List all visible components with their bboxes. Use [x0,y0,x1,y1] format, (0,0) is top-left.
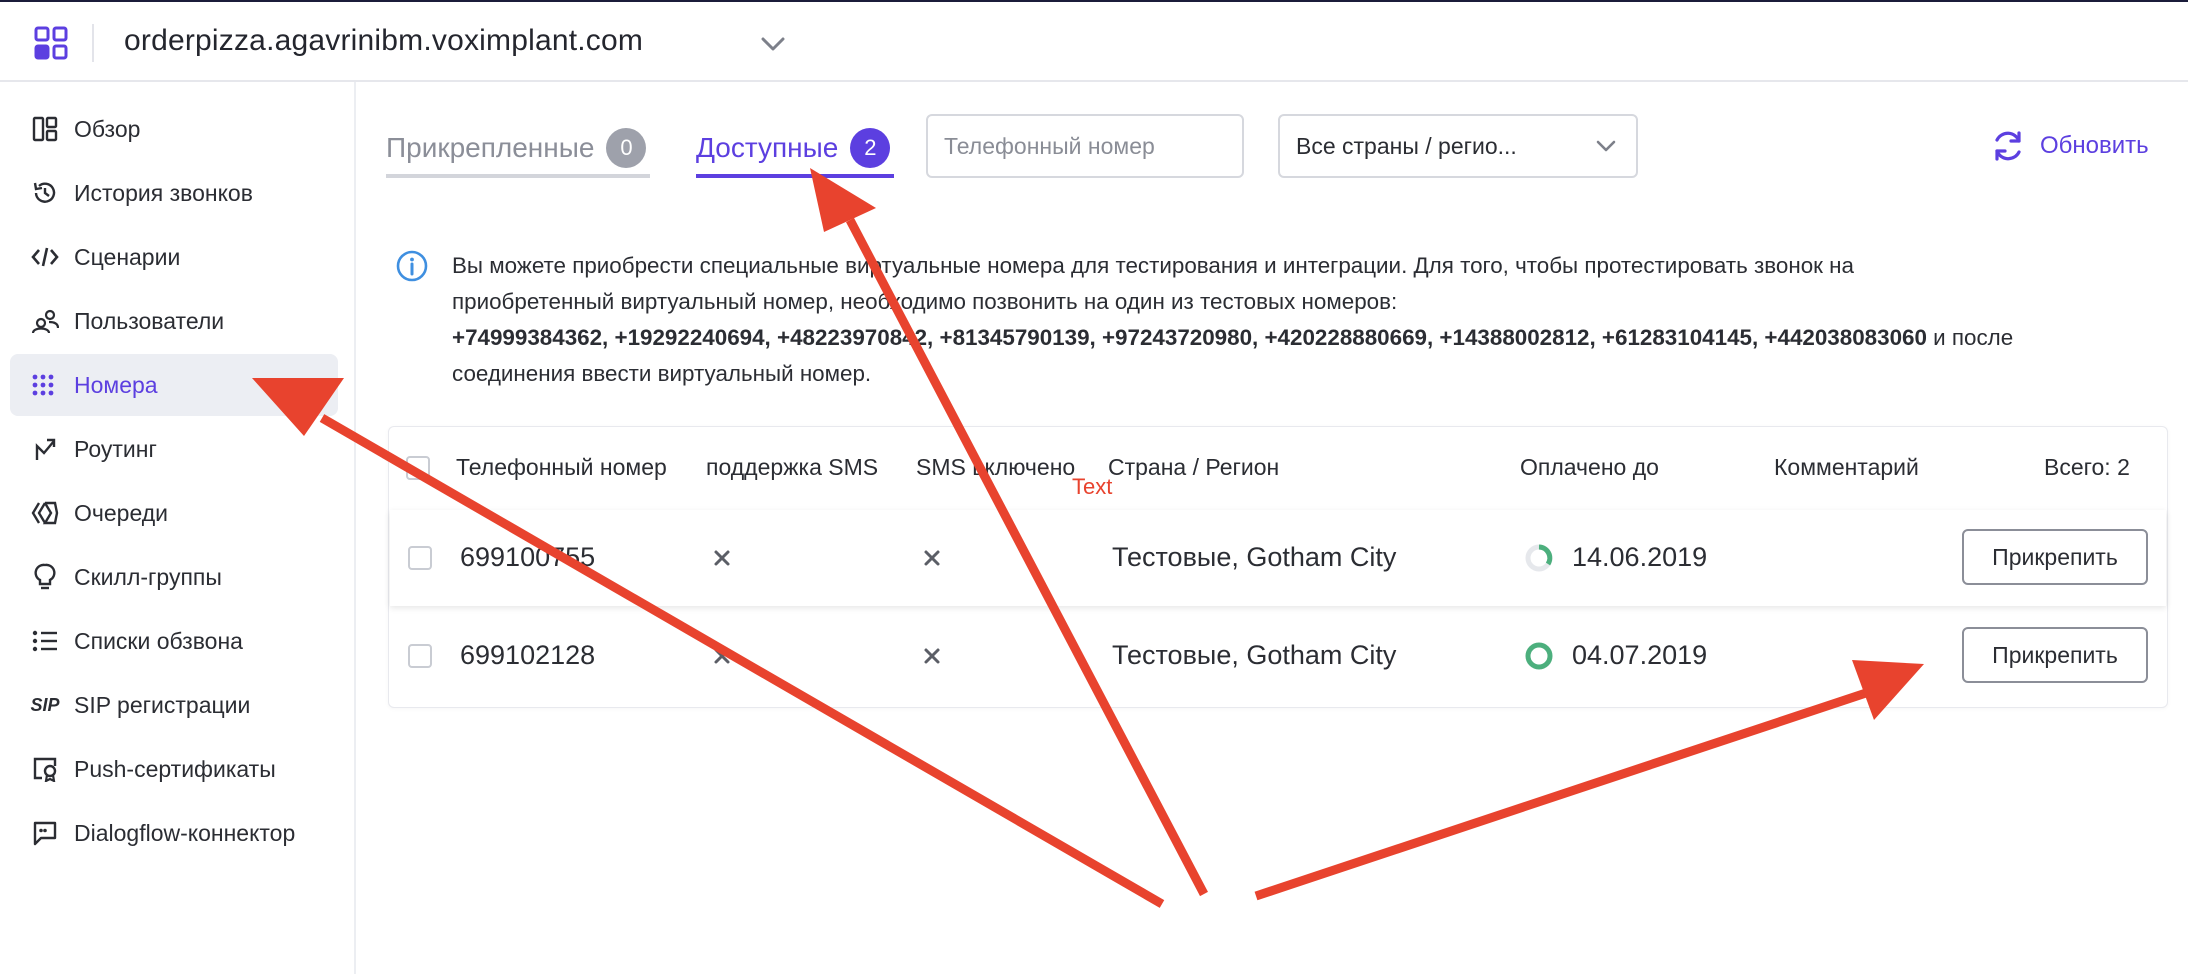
sidebar-item-label: История звонков [74,179,253,206]
chevron-down-icon[interactable] [758,32,788,56]
sidebar-item-users[interactable]: Пользователи [10,290,338,352]
sidebar-item-label: Списки обзвона [74,627,243,654]
chat-icon [30,818,60,848]
close-icon [714,550,730,566]
users-icon [30,306,60,336]
column-header-paid-until[interactable]: Оплачено до [1520,454,1659,481]
sidebar-item-call-history[interactable]: История звонков [10,162,338,224]
apps-grid-icon[interactable] [34,26,68,60]
close-icon [714,648,730,664]
refresh-button[interactable]: Обновить [1990,126,2149,166]
sidebar-item-label: Скилл-группы [74,563,222,590]
test-numbers: +74999384362, +19292240694, +48223970842… [452,325,1927,350]
attach-button[interactable]: Прикрепить [1962,529,2148,585]
sidebar-item-routing[interactable]: Роутинг [10,418,338,480]
top-bar: orderpizza.agavrinibm.voximplant.com [0,0,2188,82]
sidebar-item-overview[interactable]: Обзор [10,98,338,160]
column-header-comment[interactable]: Комментарий [1774,454,1919,481]
info-icon [396,250,428,282]
tab-available[interactable]: Доступные 2 [696,118,894,178]
header-divider [92,24,94,62]
sidebar-item-label: SIP регистрации [74,691,251,718]
annotation-text: Text [1072,474,1113,499]
sidebar-item-queues[interactable]: Очереди [10,482,338,544]
routing-icon [30,434,60,464]
close-icon [924,550,940,566]
sidebar-item-label: Роутинг [74,435,157,462]
dialpad-icon [30,370,60,400]
bulb-icon [30,562,60,592]
info-line: Вы можете приобрести специальные виртуал… [452,253,1854,278]
info-numbers-line: +74999384362, +19292240694, +48223970842… [452,320,2172,356]
list-icon [30,626,60,656]
sidebar-item-scenarios[interactable]: Сценарии [10,226,338,288]
country-region: Тестовые, Gotham City [1112,542,1397,572]
info-message: Вы можете приобрести специальные виртуал… [452,248,2172,392]
row-checkbox[interactable] [408,546,432,570]
sidebar-item-label: Dialogflow-коннектор [74,819,296,846]
expiry-status-icon [1525,544,1553,572]
paid-until-date: 14.06.2019 [1572,542,1708,572]
sidebar-item-label: Номера [74,371,158,398]
info-line: соединения ввести виртуальный номер. [452,361,872,386]
tab-underline [386,174,650,178]
sidebar-item-label: Обзор [74,115,141,142]
sidebar-item-numbers[interactable]: Номера [10,354,338,416]
row-checkbox[interactable] [408,644,432,668]
column-header-phone[interactable]: Телефонный номер [456,454,667,481]
queues-icon [30,498,60,528]
history-icon [30,178,60,208]
refresh-icon [1995,131,2021,161]
country-select[interactable]: Все страны / регио... [1278,114,1638,178]
sidebar-item-push-certificates[interactable]: Push-сертификаты [10,738,338,800]
refresh-label: Обновить [2040,132,2149,159]
attach-button[interactable]: Прикрепить [1962,627,2148,683]
tab-label: Доступные [696,132,839,163]
sidebar-item-label: Сценарии [74,243,181,270]
arrow-to-attach-button [1254,688,1868,901]
sidebar-item-skill-groups[interactable]: Скилл-группы [10,546,338,608]
phone-number: 699102128 [460,640,596,670]
select-all-checkbox[interactable] [406,456,430,480]
country-select-value: Все страны / регио... [1296,132,1517,159]
sidebar-item-sip-registrations[interactable]: SIP SIP регистрации [10,674,338,736]
tab-underline-active [696,174,894,178]
sidebar-item-label: Push-сертификаты [74,755,276,782]
overview-icon [30,114,60,144]
sidebar-item-label: Очереди [74,499,169,526]
table-total-count: Всего: 2 [2044,454,2130,480]
column-header-country[interactable]: Страна / Регион [1108,454,1279,481]
application-domain[interactable]: orderpizza.agavrinibm.voximplant.com [124,24,643,58]
paid-until-date: 04.07.2019 [1572,640,1708,670]
sidebar-item-label: Пользователи [74,307,225,334]
chevron-down-icon [1596,140,1616,152]
count-badge: 0 [606,128,647,168]
count-badge: 2 [850,128,891,168]
sip-icon: SIP [30,694,60,715]
code-icon [30,242,60,272]
sidebar-item-call-lists[interactable]: Списки обзвона [10,610,338,672]
sidebar: Обзор История звонков Сценарии Пользоват… [0,82,356,974]
table-row: 699102128 Тестовые, Gotham City 04.07.20… [390,610,2166,706]
tab-label: Прикрепленные [386,132,595,163]
close-icon [924,648,940,664]
country-region: Тестовые, Gotham City [1112,640,1397,670]
column-header-sms-enabled[interactable]: SMS включено [916,454,1075,481]
info-line: приобретенный виртуальный номер, необход… [452,289,1398,314]
info-line-tail: и после [1926,325,2014,350]
sidebar-item-dialogflow[interactable]: Dialogflow-коннектор [10,802,338,864]
tab-attached[interactable]: Прикрепленные 0 [386,118,650,178]
column-header-sms-support[interactable]: поддержка SMS [706,454,878,481]
phone-number: 699100755 [460,542,596,572]
phone-search-input[interactable] [926,114,1244,178]
table-row: 699100755 Тестовые, Gotham City 14.06.20… [390,510,2166,606]
certificate-icon [30,754,60,784]
expiry-status-icon [1525,642,1553,670]
